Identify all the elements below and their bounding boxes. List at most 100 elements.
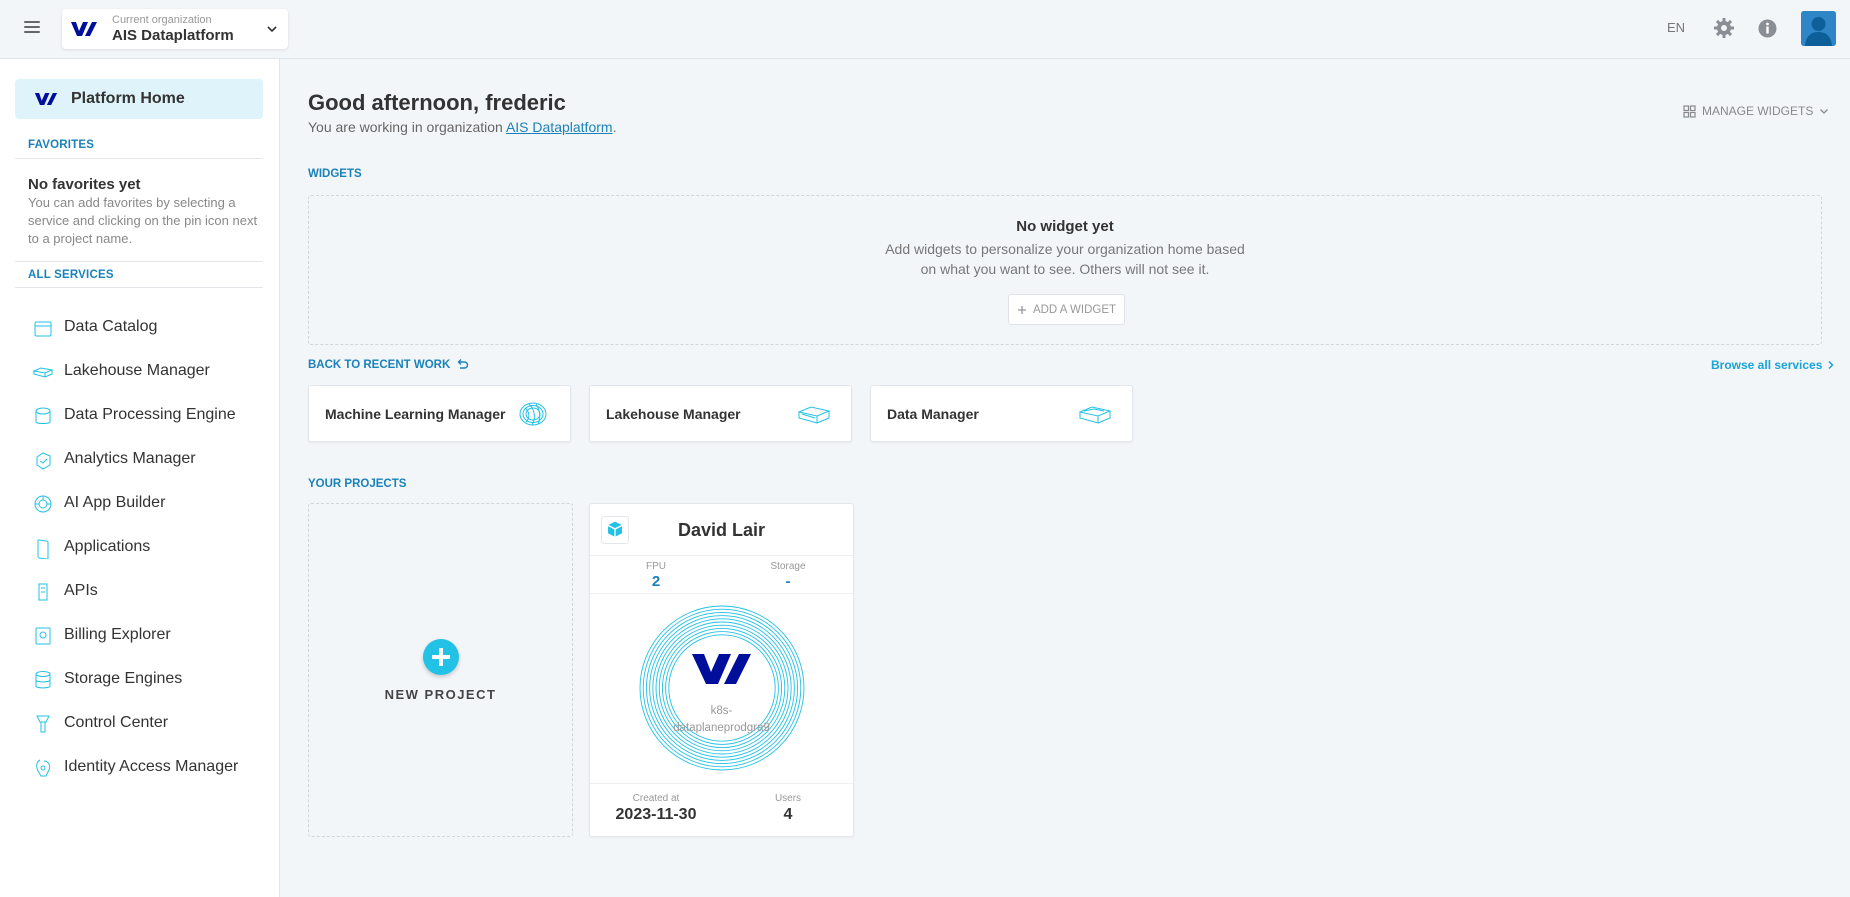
sidebar-item-platform-home[interactable]: Platform Home <box>15 79 263 119</box>
language-selector[interactable]: EN <box>1667 20 1685 35</box>
identity-access-manager-icon <box>36 759 51 777</box>
apis-icon <box>38 583 48 601</box>
new-project-label: NEW PROJECT <box>384 687 497 702</box>
widgets-icon <box>1683 104 1696 118</box>
sidebar-item-label: Billing Explorer <box>64 626 171 643</box>
data-manager-icon <box>1078 406 1112 424</box>
project-cluster-graphic <box>639 605 805 771</box>
chevron-down-icon <box>1820 109 1829 114</box>
sidebar-item-identity-access-manager[interactable]: Identity Access Manager <box>15 750 263 786</box>
add-widget-button[interactable]: ADD A WIDGET <box>1008 294 1125 325</box>
favorites-empty-text: You can add favorites by selecting a ser… <box>28 195 258 246</box>
sidebar-item-storage-engines[interactable]: Storage Engines <box>15 662 263 698</box>
chevron-down-icon <box>267 26 277 33</box>
sidebar-item-label: Platform Home <box>71 90 185 107</box>
sidebar-item-control-center[interactable]: Control Center <box>15 706 263 742</box>
add-widget-label: ADD A WIDGET <box>1032 303 1117 316</box>
your-projects-heading: YOUR PROJECTS <box>308 478 407 490</box>
sidebar-item-lakehouse-manager[interactable]: Lakehouse Manager <box>15 354 263 390</box>
sidebar-item-ai-app-builder[interactable]: AI App Builder <box>15 486 263 522</box>
recent-card-label: Machine Learning Manager <box>325 406 506 422</box>
undo-icon <box>457 359 469 369</box>
manage-widgets-button[interactable]: MANAGE WIDGETS <box>1683 104 1829 118</box>
sidebar-item-label: Data Catalog <box>64 318 158 335</box>
sidebar-item-billing-explorer[interactable]: Billing Explorer <box>15 618 263 654</box>
divider <box>15 287 263 288</box>
created-at-label: Created at <box>632 793 680 804</box>
fpu-label: FPU <box>646 561 666 572</box>
browse-all-services-link[interactable]: Browse all services <box>1711 358 1835 372</box>
organization-sublabel: Current organization <box>112 14 212 26</box>
sidebar-item-label: Identity Access Manager <box>64 758 239 775</box>
storage-label: Storage <box>770 561 806 572</box>
divider <box>590 593 853 594</box>
sidebar-item-label: Data Processing Engine <box>64 406 236 423</box>
all-services-heading: ALL SERVICES <box>28 269 114 281</box>
menu-icon[interactable] <box>22 18 42 38</box>
ai-app-builder-icon <box>34 495 52 513</box>
sidebar-item-applications[interactable]: Applications <box>15 530 263 566</box>
plus-icon <box>1017 305 1026 314</box>
chevron-right-icon <box>1828 360 1834 370</box>
no-widget-text: Add widgets to personalize your organiza… <box>885 241 1245 277</box>
data-processing-engine-icon <box>35 407 51 424</box>
lakehouse-manager-icon <box>797 406 831 424</box>
project-card[interactable]: David Lair FPU 2 Storage - k8s- dataplan… <box>589 503 854 837</box>
sidebar-item-analytics-manager[interactable]: Analytics Manager <box>15 442 263 478</box>
lakehouse-manager-icon <box>32 367 54 378</box>
sidebar-item-label: Lakehouse Manager <box>64 362 210 379</box>
no-widget-title: No widget yet <box>1016 218 1114 235</box>
recent-card-machine-learning-manager[interactable]: Machine Learning Manager <box>308 385 571 442</box>
analytics-manager-icon <box>36 452 51 470</box>
widgets-heading: WIDGETS <box>308 168 362 180</box>
organization-context-prefix: You are working in organization <box>308 119 506 135</box>
user-silhouette-icon <box>1801 11 1836 46</box>
sidebar-item-label: Analytics Manager <box>64 450 196 467</box>
ovh-logo-icon <box>34 93 58 105</box>
favorites-empty-title: No favorites yet <box>28 176 141 193</box>
created-at-value: 2023-11-30 <box>615 806 697 823</box>
organization-context-suffix: . <box>612 119 617 135</box>
recent-card-lakehouse-manager[interactable]: Lakehouse Manager <box>589 385 852 442</box>
divider <box>15 261 263 262</box>
recent-card-data-manager[interactable]: Data Manager <box>870 385 1133 442</box>
cluster-name-line1: k8s- <box>710 705 733 717</box>
users-value: 4 <box>783 806 793 823</box>
manage-widgets-label: MANAGE WIDGETS <box>1702 104 1814 118</box>
sidebar-item-apis[interactable]: APIs <box>15 574 263 610</box>
fpu-value: 2 <box>651 573 661 590</box>
ovh-logo-icon <box>71 22 97 36</box>
organization-link[interactable]: AIS Dataplatform <box>506 119 613 135</box>
sidebar: Platform Home FAVORITES No favorites yet… <box>0 59 280 897</box>
control-center-icon <box>36 715 50 733</box>
recent-card-label: Data Manager <box>887 406 979 422</box>
sidebar-item-label: Storage Engines <box>64 670 183 687</box>
sidebar-item-data-processing-engine[interactable]: Data Processing Engine <box>15 398 263 434</box>
sidebar-item-label: Applications <box>64 538 151 555</box>
user-avatar[interactable] <box>1801 11 1836 46</box>
info-icon[interactable] <box>1757 18 1778 39</box>
organization-context: You are working in organization AIS Data… <box>308 119 616 135</box>
storage-engines-icon <box>35 671 51 689</box>
divider <box>15 158 263 159</box>
data-catalog-icon <box>34 321 52 337</box>
applications-icon <box>37 539 49 559</box>
organization-name: AIS Dataplatform <box>112 27 234 44</box>
new-project-button[interactable]: NEW PROJECT <box>308 503 573 837</box>
plus-icon <box>423 639 459 675</box>
recent-work-heading: BACK TO RECENT WORK <box>308 358 469 371</box>
divider <box>590 555 853 556</box>
gear-icon[interactable] <box>1713 17 1735 39</box>
recent-card-label: Lakehouse Manager <box>606 406 741 422</box>
browse-all-services-label: Browse all services <box>1711 358 1823 372</box>
top-bar: Current organization AIS Dataplatform EN <box>0 0 1850 59</box>
cluster-name-line2: dataplaneprodgra9 <box>673 722 770 734</box>
recent-work-label: BACK TO RECENT WORK <box>308 358 451 371</box>
organization-selector[interactable]: Current organization AIS Dataplatform <box>62 9 288 49</box>
favorites-heading: FAVORITES <box>28 139 95 151</box>
machine-learning-manager-icon <box>519 402 547 426</box>
cluster-name: k8s- dataplaneprodgra9 <box>590 703 853 737</box>
sidebar-item-data-catalog[interactable]: Data Catalog <box>15 310 263 346</box>
sidebar-item-label: AI App Builder <box>64 494 166 511</box>
project-name: David Lair <box>677 520 766 540</box>
